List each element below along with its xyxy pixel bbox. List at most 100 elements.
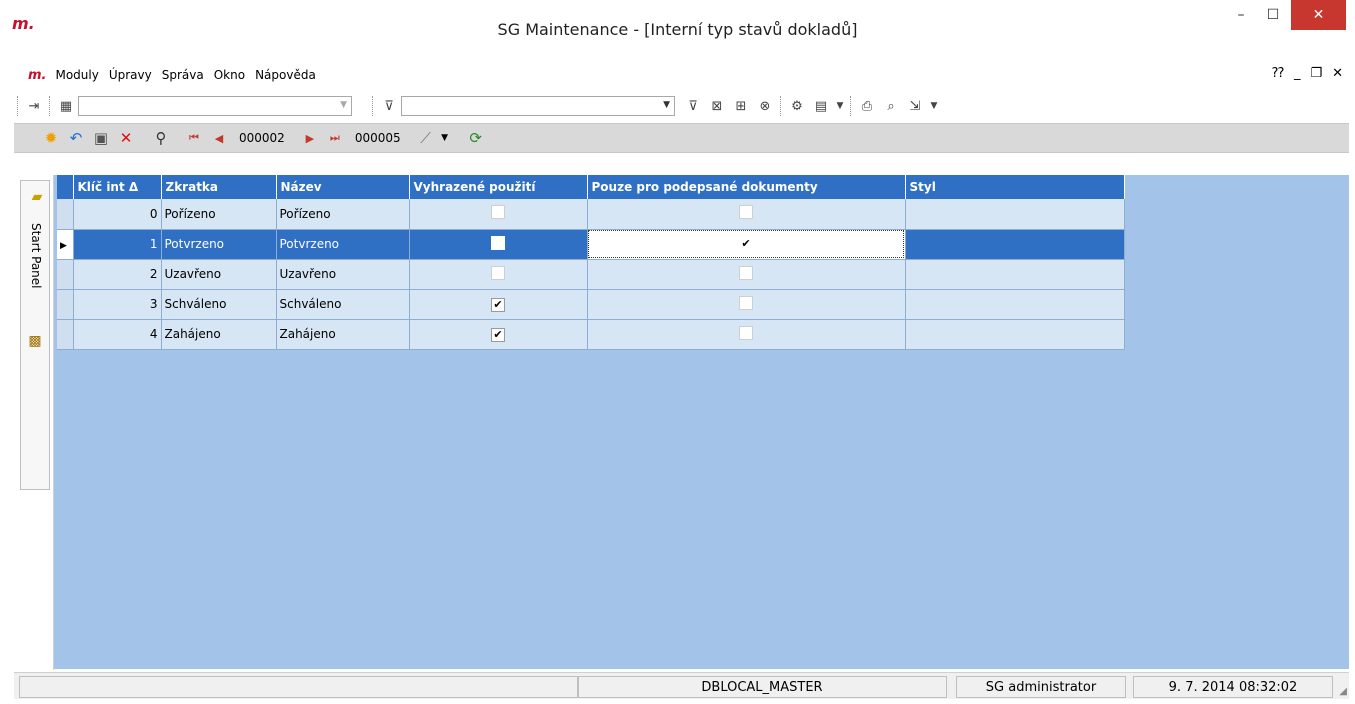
refresh-icon[interactable]: ⟳ (465, 127, 487, 149)
mdi-close-button[interactable]: ✕ (1332, 66, 1343, 81)
last-record-icon[interactable]: ⏭ (324, 127, 346, 149)
cell-key[interactable]: 1 (73, 229, 162, 260)
cell-key[interactable]: 4 (73, 319, 162, 350)
cell-reserved[interactable]: ✔ (409, 319, 588, 350)
cell-abbr[interactable]: Zahájeno (161, 319, 277, 350)
column-header-signed-only[interactable]: Pouze pro podepsané dokumenty (587, 175, 906, 199)
cell-signed-only[interactable] (587, 289, 906, 320)
checkbox[interactable] (491, 205, 505, 220)
checkbox-checked[interactable]: ✔ (491, 297, 505, 312)
cell-style[interactable] (905, 229, 1125, 260)
tools-icon[interactable]: ⚙ (787, 96, 807, 116)
cell-reserved[interactable] (409, 229, 588, 260)
delete-icon[interactable]: ✕ (115, 127, 137, 149)
row-indicator[interactable] (57, 289, 74, 320)
filter-icon[interactable]: ⊽ (379, 96, 399, 116)
cell-reserved[interactable] (409, 259, 588, 290)
menu-moduly[interactable]: Moduly (50, 68, 103, 82)
column-header-abbr[interactable]: Zkratka (161, 175, 277, 199)
row-indicator[interactable]: ▶ (57, 229, 74, 260)
checkbox[interactable] (739, 265, 753, 280)
maximize-button[interactable]: ☐ (1250, 0, 1296, 30)
new-record-icon[interactable]: ✹ (40, 127, 62, 149)
resize-grip-icon[interactable]: ◢ (1339, 686, 1347, 697)
undo-icon[interactable]: ↶ (65, 127, 87, 149)
cell-key[interactable]: 0 (73, 199, 162, 230)
filter-clear-icon[interactable]: ⊠ (707, 96, 727, 116)
cell-name[interactable]: Zahájeno (276, 319, 410, 350)
checkbox[interactable] (739, 295, 753, 310)
checkbox[interactable] (491, 235, 505, 250)
context-help-icon[interactable]: ⁇ (1272, 66, 1284, 81)
table-row-selected[interactable]: ▶ 1 Potvrzeno Potvrzeno ✔ (57, 229, 1125, 260)
chevron-down-icon[interactable]: ▼ (440, 127, 450, 149)
close-button[interactable]: ✕ (1291, 0, 1346, 30)
filter-toolbar: ⇥ ▦ ▼ ⊽ ▼ ⊽ ⊠ ⊞ ⊗ ⚙ ▤ ▼ ⎙ ⌕ ⇲ ▼ (14, 92, 1349, 120)
menu-upravy[interactable]: Úpravy (104, 68, 157, 82)
cell-reserved[interactable] (409, 199, 588, 230)
menu-napoveda[interactable]: Nápověda (250, 68, 321, 82)
row-indicator[interactable] (57, 199, 74, 230)
cell-style[interactable] (905, 289, 1125, 320)
menu-okno[interactable]: Okno (209, 68, 250, 82)
checkbox[interactable] (739, 205, 753, 220)
table-row[interactable]: 0 Pořízeno Pořízeno (57, 199, 1125, 230)
previous-record-icon[interactable]: ◀ (208, 127, 230, 149)
menu-sprava[interactable]: Správa (157, 68, 209, 82)
table-view-icon[interactable]: ▦ (56, 96, 76, 116)
view-combo[interactable]: ▼ (78, 96, 352, 116)
filter-combo[interactable]: ▼ (401, 96, 675, 116)
first-record-icon[interactable]: ⏮ (183, 127, 205, 149)
row-indicator[interactable] (57, 259, 74, 290)
chevron-down-icon[interactable]: ▼ (835, 96, 845, 116)
filter-remove-icon[interactable]: ⊗ (755, 96, 775, 116)
cell-style[interactable] (905, 259, 1125, 290)
cell-signed-only[interactable] (587, 319, 906, 350)
print-preview-icon[interactable]: ⌕ (881, 96, 901, 116)
checkbox-checked[interactable]: ✔ (491, 327, 505, 342)
module-icon[interactable]: ▩ (25, 333, 45, 353)
chevron-down-icon[interactable]: ▼ (929, 96, 939, 116)
cell-signed-only[interactable]: ✔ (587, 229, 906, 260)
checkbox[interactable] (739, 325, 753, 340)
column-header-key[interactable]: Klíč int Δ (73, 175, 162, 199)
table-row[interactable]: 3 Schváleno Schváleno ✔ (57, 289, 1125, 320)
cell-style[interactable] (905, 199, 1125, 230)
checkbox-checked[interactable]: ✔ (739, 238, 753, 252)
column-header-name[interactable]: Název (276, 175, 410, 199)
cell-key[interactable]: 2 (73, 259, 162, 290)
cell-signed-only[interactable] (587, 259, 906, 290)
cell-style[interactable] (905, 319, 1125, 350)
column-header-reserved[interactable]: Vyhrazené použití (409, 175, 588, 199)
print-icon[interactable]: ⎙ (857, 96, 877, 116)
cell-abbr[interactable]: Schváleno (161, 289, 277, 320)
column-header-style[interactable]: Styl (905, 175, 1125, 199)
cell-abbr[interactable]: Uzavřeno (161, 259, 277, 290)
cell-abbr[interactable]: Pořízeno (161, 199, 277, 230)
menu-logo[interactable]: m. (28, 68, 46, 83)
cell-name[interactable]: Uzavřeno (276, 259, 410, 290)
cell-reserved[interactable]: ✔ (409, 289, 588, 320)
row-indicator[interactable] (57, 319, 74, 350)
table-row[interactable]: 4 Zahájeno Zahájeno ✔ (57, 319, 1125, 350)
filter-save-icon[interactable]: ⊞ (731, 96, 751, 116)
cell-signed-only[interactable] (587, 199, 906, 230)
cell-key[interactable]: 3 (73, 289, 162, 320)
mdi-restore-button[interactable]: ❐ (1310, 66, 1322, 81)
next-record-icon[interactable]: ▶ (299, 127, 321, 149)
filter-edit-icon[interactable]: ⊽ (683, 96, 703, 116)
export-icon[interactable]: ⇲ (905, 96, 925, 116)
cell-name[interactable]: Potvrzeno (276, 229, 410, 260)
exit-icon[interactable]: ⇥ (24, 96, 44, 116)
save-icon[interactable]: ▣ (90, 127, 112, 149)
table-row[interactable]: 2 Uzavřeno Uzavřeno (57, 259, 1125, 290)
report-icon[interactable]: ▤ (811, 96, 831, 116)
cell-name[interactable]: Pořízeno (276, 199, 410, 230)
wizard-icon[interactable]: ⟋ (415, 127, 437, 149)
find-icon[interactable]: ⚲ (150, 127, 172, 149)
cell-name[interactable]: Schváleno (276, 289, 410, 320)
checkbox[interactable] (491, 265, 505, 280)
mdi-minimize-button[interactable]: _ (1294, 66, 1301, 81)
sort-ascending-icon: Δ (128, 180, 139, 194)
cell-abbr[interactable]: Potvrzeno (161, 229, 277, 260)
